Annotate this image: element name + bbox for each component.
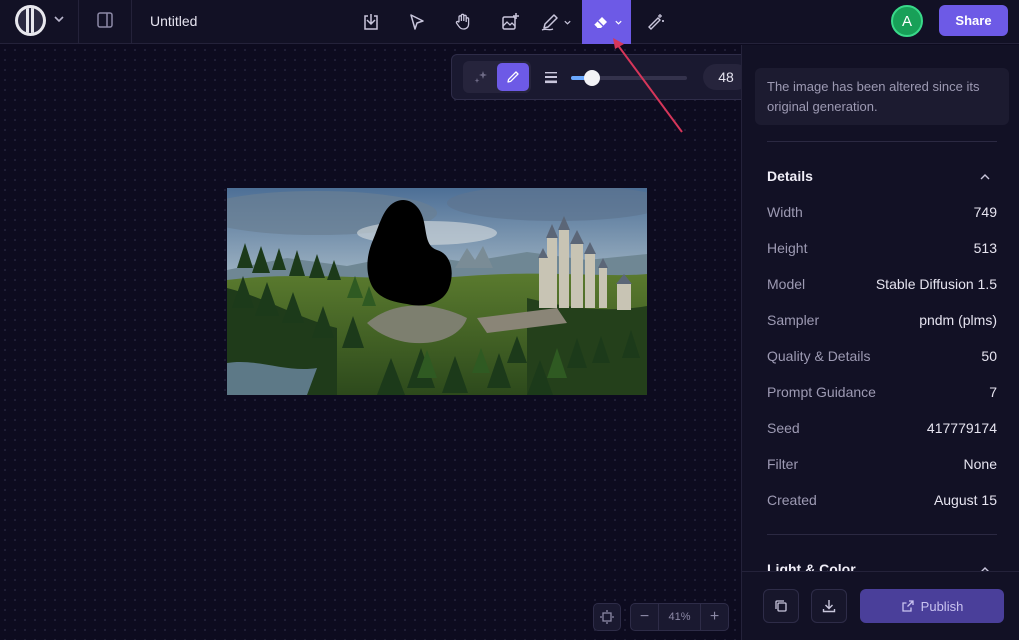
zoom-level[interactable]: 41%	[659, 604, 700, 630]
detail-row-quality: Quality & Details 50	[767, 348, 997, 364]
brush-mode-button[interactable]	[497, 63, 529, 91]
smart-erase-mode-button[interactable]	[465, 63, 497, 91]
select-tool-button[interactable]	[402, 0, 432, 44]
download-icon	[822, 600, 836, 613]
top-bar: Untitled A Share	[0, 0, 1019, 44]
pencil-icon	[507, 71, 519, 83]
copy-button[interactable]	[763, 589, 799, 623]
divider	[131, 0, 132, 44]
import-tool-button[interactable]	[356, 0, 386, 44]
magic-wand-icon	[648, 14, 664, 30]
image-add-icon	[502, 13, 519, 30]
chevron-down-icon[interactable]	[52, 12, 66, 26]
hand-icon	[455, 13, 470, 30]
divider	[767, 534, 997, 535]
hand-tool-button[interactable]	[448, 0, 478, 44]
sidebar-toggle-icon[interactable]	[95, 10, 115, 30]
detail-row-prompt-guidance: Prompt Guidance 7	[767, 384, 997, 400]
copy-icon	[775, 600, 787, 612]
chevron-up-icon[interactable]	[979, 171, 991, 183]
user-avatar[interactable]: A	[891, 5, 923, 37]
fit-screen-icon	[600, 610, 614, 624]
detail-row-height: Height 513	[767, 240, 997, 256]
select-icon	[410, 14, 424, 30]
brush-size-icon	[545, 72, 557, 84]
zoom-in-button[interactable]: +	[700, 604, 728, 630]
slider-thumb[interactable]	[583, 70, 600, 86]
detail-row-model: Model Stable Diffusion 1.5	[767, 276, 997, 292]
image-details-panel: The image has been altered since its ori…	[741, 45, 1019, 640]
pen-icon	[541, 14, 558, 31]
document-title[interactable]: Untitled	[150, 13, 197, 29]
chevron-down-icon	[564, 20, 571, 25]
generated-image[interactable]	[227, 188, 647, 395]
canvas-area[interactable]: − 41% +	[0, 45, 741, 640]
detail-row-sampler: Sampler pndm (plms)	[767, 312, 997, 328]
zoom-out-button[interactable]: −	[631, 604, 659, 630]
detail-row-width: Width 749	[767, 204, 997, 220]
chevron-down-icon	[614, 20, 622, 25]
image-add-tool-button[interactable]	[495, 0, 525, 44]
pen-tool-button[interactable]	[536, 0, 576, 44]
app-logo-icon[interactable]	[15, 5, 46, 36]
divider	[767, 141, 997, 142]
import-icon	[364, 14, 378, 30]
fit-to-screen-button[interactable]	[593, 603, 621, 631]
eraser-tool-button[interactable]	[582, 0, 631, 44]
divider	[78, 0, 79, 44]
zoom-controls: − 41% +	[630, 603, 729, 631]
detail-row-seed: Seed 417779174	[767, 420, 997, 436]
panel-footer: Publish	[742, 571, 1019, 640]
detail-row-filter: Filter None	[767, 456, 997, 472]
detail-row-created: Created August 15	[767, 492, 997, 508]
magic-wand-tool-button[interactable]	[640, 0, 670, 44]
publish-label: Publish	[920, 598, 964, 614]
sparkle-icon	[474, 71, 487, 83]
eraser-mode-toggle	[463, 61, 531, 93]
brush-size-slider[interactable]	[571, 70, 687, 86]
share-button[interactable]: Share	[939, 5, 1008, 36]
details-section-title: Details	[767, 168, 813, 184]
external-link-icon	[902, 600, 914, 612]
publish-button[interactable]: Publish	[860, 589, 1004, 623]
eraser-icon	[593, 17, 607, 29]
altered-notice: The image has been altered since its ori…	[755, 68, 1009, 125]
eraser-options-toolbar: 48	[451, 54, 762, 100]
download-button[interactable]	[811, 589, 847, 623]
